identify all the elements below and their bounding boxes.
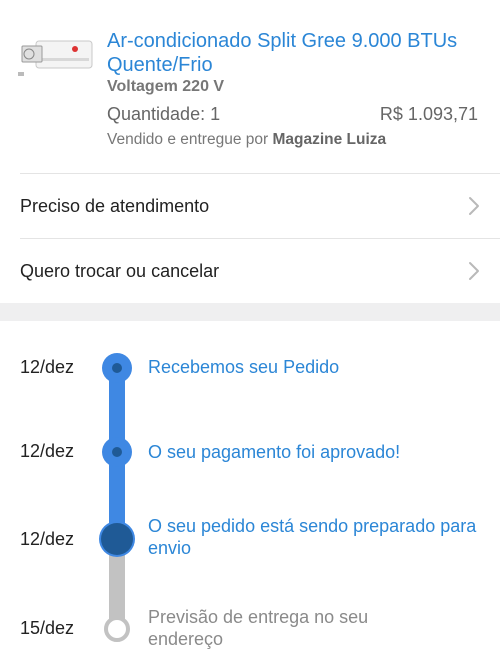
seller-name: Magazine Luiza — [272, 131, 387, 148]
sold-by-prefix: Vendido e entregue por — [107, 131, 269, 148]
timeline-date: 12/dez — [20, 441, 75, 461]
product-voltage: Voltagem 220 V — [107, 78, 225, 95]
timeline-node-done — [102, 437, 132, 467]
order-item: Ar-condicionado Split Gree 9.000 BTUs Qu… — [0, 0, 500, 172]
product-title[interactable]: Ar-condicionado Split Gree 9.000 BTUs Qu… — [107, 29, 492, 77]
order-timeline: 12/dez 12/dez 12/dez 15/dez Recebemos se… — [0, 321, 500, 671]
chevron-right-icon — [469, 262, 479, 280]
exchange-cancel-row[interactable]: Quero trocar ou cancelar — [0, 239, 500, 303]
support-label: Preciso de atendimento — [20, 195, 210, 216]
timeline-step-delivery-forecast: Previsão de entrega no seu endereço — [148, 607, 369, 649]
timeline-date: 15/dez — [20, 618, 75, 638]
exchange-cancel-label: Quero trocar ou cancelar — [20, 260, 220, 281]
timeline-date: 12/dez — [20, 529, 75, 549]
section-separator — [0, 303, 500, 321]
timeline-step-preparing: O seu pedido está sendo preparado para e… — [148, 516, 477, 558]
timeline-step-received: Recebemos seu Pedido — [148, 357, 340, 377]
timeline-date: 12/dez — [20, 357, 75, 377]
chevron-right-icon — [469, 197, 479, 215]
timeline-node-done — [102, 353, 132, 383]
air-conditioner-thumbnail — [18, 40, 93, 76]
product-price: R$ 1.093,71 — [379, 104, 478, 124]
support-row[interactable]: Preciso de atendimento — [0, 174, 500, 238]
timeline-node-current — [101, 523, 133, 555]
timeline-step-payment-approved: O seu pagamento foi aprovado! — [148, 442, 401, 462]
product-quantity: Quantidade: 1 — [107, 104, 221, 124]
sold-by: Vendido e entregue por Magazine Luiza — [107, 131, 386, 149]
timeline-node-pending — [104, 616, 130, 642]
